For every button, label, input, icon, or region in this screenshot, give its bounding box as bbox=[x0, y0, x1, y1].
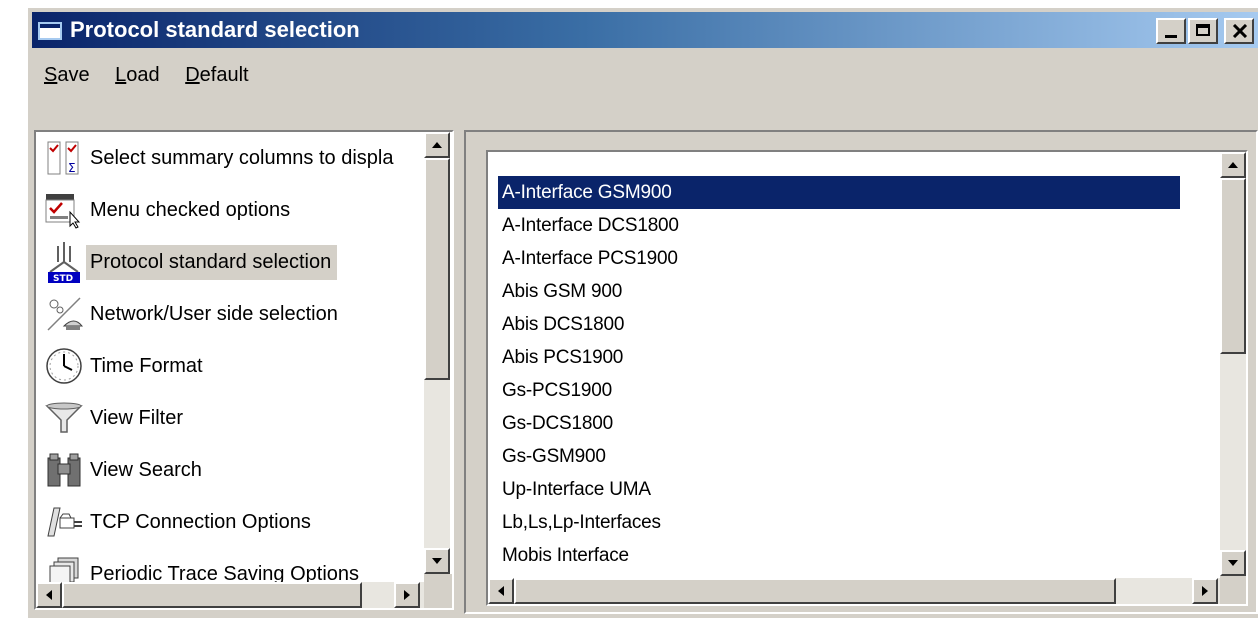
binoculars-icon bbox=[42, 448, 86, 492]
close-button[interactable] bbox=[1224, 18, 1254, 44]
nav-scroll-down-button[interactable] bbox=[424, 548, 450, 574]
nav-item-menu-checked[interactable]: Menu checked options bbox=[38, 184, 416, 236]
arrow-down-icon bbox=[432, 558, 442, 564]
menu-default[interactable]: Default bbox=[185, 62, 248, 88]
protocol-scroll-left-button[interactable] bbox=[488, 578, 514, 604]
nav-item-label: View Search bbox=[90, 458, 202, 481]
network-user-icon bbox=[42, 292, 86, 336]
close-icon bbox=[1232, 24, 1248, 38]
nav-scroll-right-button[interactable] bbox=[394, 582, 420, 608]
protocol-list-item[interactable]: A-Interface PCS1900 bbox=[498, 242, 1180, 275]
menu-default-mnemonic: D bbox=[185, 64, 200, 86]
protocol-scroll-right-button[interactable] bbox=[1192, 578, 1218, 604]
menu-save[interactable]: Save bbox=[44, 62, 90, 88]
protocol-list-item[interactable]: Abis GSM 900 bbox=[498, 275, 1180, 308]
protocol-list-item[interactable]: Gs-GSM900 bbox=[498, 440, 1180, 473]
protocol-list-item[interactable]: Abis DCS1800 bbox=[498, 308, 1180, 341]
nav-scroll-corner bbox=[424, 574, 452, 608]
options-nav-list: Σ Select summary columns to displa Menu … bbox=[38, 132, 416, 600]
nav-item-summary-columns[interactable]: Σ Select summary columns to displa bbox=[38, 132, 416, 184]
arrow-up-icon bbox=[1228, 162, 1238, 168]
maximize-button[interactable] bbox=[1188, 18, 1218, 44]
protocol-scroll-down-button[interactable] bbox=[1220, 550, 1246, 576]
protocol-standard-listbox[interactable]: A-Interface GSM900 A-Interface DCS1800 A-I… bbox=[486, 150, 1248, 606]
nav-item-protocol-standard[interactable]: STD Protocol standard selection bbox=[38, 236, 416, 288]
protocol-standard-window: Protocol standard selection Save Load De… bbox=[26, 6, 1258, 618]
app-window-icon bbox=[38, 22, 62, 40]
protocol-std-icon: STD bbox=[42, 240, 86, 284]
menu-save-label: ave bbox=[57, 64, 90, 86]
arrow-right-icon bbox=[1202, 586, 1208, 596]
protocol-list-frame: A-Interface GSM900 A-Interface DCS1800 A-I… bbox=[464, 130, 1258, 614]
protocol-hscroll-thumb[interactable] bbox=[514, 578, 1116, 604]
menu-load[interactable]: Load bbox=[115, 62, 160, 88]
arrow-left-icon bbox=[498, 586, 504, 596]
protocol-scroll-thumb[interactable] bbox=[1220, 178, 1246, 354]
arrow-up-icon bbox=[432, 142, 442, 148]
svg-text:Σ: Σ bbox=[68, 161, 76, 175]
nav-scroll-up-button[interactable] bbox=[424, 132, 450, 158]
protocol-list-item[interactable]: Abis PCS1900 bbox=[498, 341, 1180, 374]
protocol-list-item[interactable]: Mobis Interface bbox=[498, 539, 1180, 572]
menu-checked-icon bbox=[42, 188, 86, 232]
arrow-down-icon bbox=[1228, 560, 1238, 566]
nav-item-label: Network/User side selection bbox=[90, 302, 338, 325]
protocol-list: A-Interface GSM900 A-Interface DCS1800 A-I… bbox=[498, 176, 1180, 572]
nav-item-network-user[interactable]: Network/User side selection bbox=[38, 288, 416, 340]
title-bar[interactable]: Protocol standard selection bbox=[32, 12, 1258, 48]
protocol-scroll-up-button[interactable] bbox=[1220, 152, 1246, 178]
nav-item-label: Menu checked options bbox=[90, 198, 291, 221]
clock-icon bbox=[42, 344, 86, 388]
options-nav-panel: Σ Select summary columns to displa Menu … bbox=[34, 130, 454, 610]
menu-load-label: oad bbox=[126, 64, 160, 86]
window-title: Protocol standard selection bbox=[70, 17, 360, 42]
nav-item-time-format[interactable]: Time Format bbox=[38, 340, 416, 392]
menu-default-label: efault bbox=[199, 64, 249, 86]
nav-hscroll-thumb[interactable] bbox=[62, 582, 362, 608]
tcp-connection-icon bbox=[42, 500, 86, 544]
nav-item-label: Protocol standard selection bbox=[86, 244, 338, 280]
protocol-scroll-corner bbox=[1220, 576, 1246, 604]
protocol-list-item[interactable]: Up-Interface UMA bbox=[498, 473, 1180, 506]
arrow-right-icon bbox=[404, 590, 410, 600]
nav-item-label: Select summary columns to displa bbox=[90, 146, 394, 169]
nav-item-view-search[interactable]: View Search bbox=[38, 444, 416, 496]
nav-item-tcp-connection[interactable]: TCP Connection Options bbox=[38, 496, 416, 548]
menu-load-mnemonic: L bbox=[115, 64, 127, 86]
nav-item-view-filter[interactable]: View Filter bbox=[38, 392, 416, 444]
protocol-list-item[interactable]: Gs-PCS1900 bbox=[498, 374, 1180, 407]
minimize-button[interactable] bbox=[1156, 18, 1186, 44]
filter-icon bbox=[42, 396, 86, 440]
protocol-list-item[interactable]: Gs-DCS1800 bbox=[498, 407, 1180, 440]
summary-columns-icon: Σ bbox=[42, 136, 86, 180]
protocol-list-item[interactable]: A-Interface GSM900 bbox=[498, 176, 1180, 209]
nav-item-label: View Filter bbox=[90, 406, 183, 429]
arrow-left-icon bbox=[46, 590, 52, 600]
menu-save-mnemonic: S bbox=[44, 64, 58, 86]
protocol-list-item[interactable]: A-Interface DCS1800 bbox=[498, 209, 1180, 242]
menu-bar: Save Load Default bbox=[44, 62, 269, 92]
protocol-list-item[interactable]: Lb,Ls,Lp-Interfaces bbox=[498, 506, 1180, 539]
nav-item-label: TCP Connection Options bbox=[90, 510, 311, 533]
nav-scroll-left-button[interactable] bbox=[36, 582, 62, 608]
nav-item-label: Time Format bbox=[90, 354, 203, 377]
nav-scroll-thumb[interactable] bbox=[424, 158, 450, 380]
std-badge: STD bbox=[53, 274, 73, 284]
